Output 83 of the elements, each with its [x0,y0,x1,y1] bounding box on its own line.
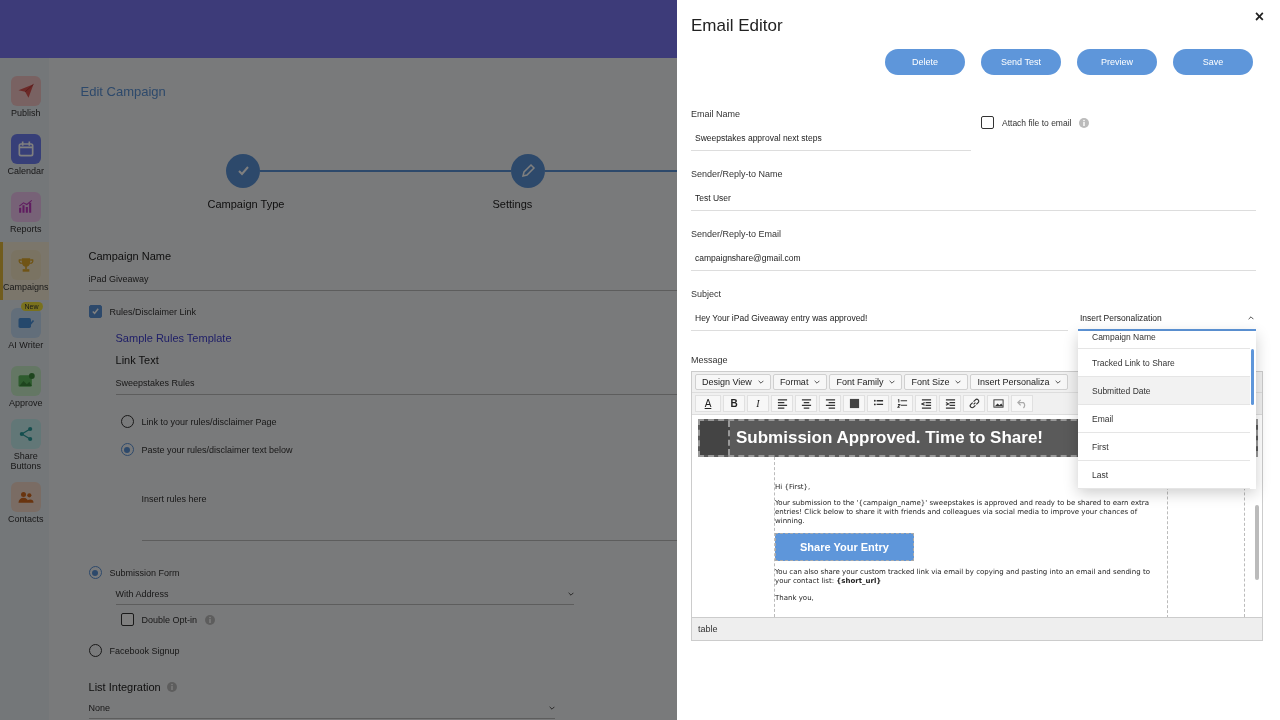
toolbar-dropdown[interactable]: Font Size [904,374,969,390]
close-button[interactable]: × [1250,8,1268,26]
caret-icon [955,379,962,385]
step-circle[interactable] [510,154,545,188]
panel-title: Email Editor [691,16,783,36]
radio-label: Facebook Signup [109,645,180,656]
field-label: Campaign Name [88,250,173,262]
menu-item[interactable]: First [1078,433,1250,461]
caret-icon [1055,379,1062,385]
field-label: Sender/Reply-to Email [691,229,782,239]
radio-label: Link to your rules/disclaimer Page [141,416,277,427]
share-icon [10,419,41,449]
trophy-icon [10,250,41,280]
italic-button[interactable]: I [747,395,769,412]
align-center-icon[interactable] [795,395,817,412]
scrollbar[interactable] [1251,349,1254,405]
image-icon [10,366,41,396]
radio-label: Paste your rules/disclaimer text below [141,444,293,455]
field-label: Subject [691,289,722,299]
form-type-select[interactable]: With Address [115,579,574,605]
indent-icon[interactable] [939,395,961,412]
field-label: Email Name [691,109,740,119]
link-icon[interactable] [963,395,985,412]
list-integration-select[interactable]: None [88,693,555,719]
caret-icon [757,379,764,385]
sidebar-item[interactable]: Reports [0,184,49,242]
bar-chart-icon [10,192,41,222]
bullet-list-icon[interactable] [867,395,889,412]
outdent-icon[interactable] [915,395,937,412]
menu-item[interactable]: Campaign Name [1078,331,1250,349]
field-label: Sender/Reply-to Name [691,169,783,179]
menu-item[interactable]: Tracked Link to Share [1078,349,1250,377]
sidebar-item[interactable]: Contacts [0,474,49,532]
align-left-icon[interactable] [771,395,793,412]
text-color-button[interactable]: A [695,395,721,412]
toolbar-dropdown[interactable]: Design View [695,374,771,390]
checkbox[interactable] [88,305,102,318]
bold-button[interactable]: B [723,395,745,412]
checkbox-label: Rules/Disclaimer Link [109,306,197,317]
step-label: Settings [492,198,533,210]
text-box-icon [10,308,41,338]
people-icon [10,482,41,512]
sidebar-item[interactable]: Campaigns [0,242,49,300]
sender-name-field[interactable]: Test User [691,179,1256,211]
sidebar-item[interactable]: Calendar [0,126,49,184]
caret-icon [889,379,896,385]
sidebar-item[interactable]: Share Buttons [0,416,49,474]
checkbox[interactable] [120,613,134,626]
menu-item[interactable]: Email [1078,405,1250,433]
radio-label: Submission Form [109,567,180,578]
step-circle[interactable] [225,154,260,188]
menu-item[interactable]: Submitted Date [1078,377,1250,405]
check-icon [90,307,100,316]
image-icon[interactable] [987,395,1009,412]
scrollbar[interactable] [1255,505,1259,580]
calendar-icon [10,134,41,164]
caret-icon [548,705,555,711]
toolbar-dropdown[interactable]: Insert Personaliza [970,374,1069,390]
sidebar-item[interactable]: Approve [0,358,49,416]
sidebar-item[interactable]: Publish [0,68,49,126]
editor-status-bar: table [692,617,1262,640]
checkbox-label: Double Opt-in [141,614,198,625]
field-label: Link Text [115,354,160,366]
section-label: List Integration [88,681,161,693]
step-label: Campaign Type [207,198,285,210]
email-name-field[interactable]: Sweepstakes approval next steps [691,119,971,151]
checkbox[interactable] [981,116,994,129]
field-label: Message [691,355,728,365]
checkbox-label: Attach file to email [1002,117,1072,128]
toolbar-dropdown[interactable]: Font Family [829,374,903,390]
toolbar-dropdown[interactable]: Format [772,374,828,390]
page-title: Edit Campaign [80,84,167,99]
subject-field[interactable]: Hey Your iPad Giveaway entry was approved! [691,299,1068,331]
caret-icon [567,591,574,597]
paper-plane-icon [10,76,41,106]
justify-icon[interactable] [843,395,865,412]
menu-item[interactable]: Last [1078,461,1250,489]
caret-icon [814,379,821,385]
caret-icon [1248,315,1254,321]
numbered-list-icon[interactable] [891,395,913,412]
sender-email-field[interactable]: campaignshare@gmail.com [691,239,1256,271]
banner-heading: Submission Approved. Time to Share! [736,428,1043,448]
align-right-icon[interactable] [819,395,841,412]
